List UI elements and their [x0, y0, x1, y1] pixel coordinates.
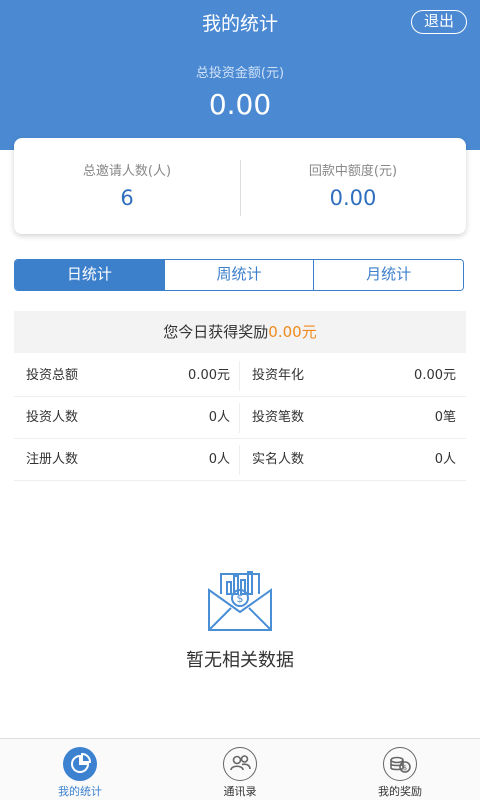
tab-weekly[interactable]: 周统计 [163, 260, 314, 290]
column-divider [239, 361, 240, 391]
stat-label: 注册人数 [26, 452, 79, 467]
contacts-icon [223, 747, 257, 781]
today-reward-label: 您今日获得奖励 [163, 323, 269, 341]
stat-label: 投资年化 [252, 368, 305, 383]
repayment-label: 回款中额度(元) [308, 164, 398, 179]
nav-label: 我的统计 [58, 785, 102, 798]
repayment-value: 0.00 [329, 186, 377, 210]
table-row: 投资人数 0人 投资笔数 0笔 [14, 397, 466, 439]
empty-state-text: 暂无相关数据 [186, 650, 294, 671]
invite-count-label: 总邀请人数(人) [82, 164, 172, 179]
page-title: 我的统计 [201, 13, 278, 35]
stats-table: 投资总额 0.00元 投资年化 0.00元 投资人数 0人 投资笔数 0笔 注册… [14, 355, 466, 481]
stat-label: 投资人数 [26, 410, 79, 425]
period-tabs: 日统计 周统计 月统计 [14, 259, 464, 291]
coins-icon: $ [383, 747, 417, 781]
stat-value: 0笔 [434, 410, 456, 425]
nav-item-contacts[interactable]: 通讯录 [160, 739, 320, 800]
table-row: 注册人数 0人 实名人数 0人 [14, 439, 466, 481]
stat-value: 0人 [208, 410, 230, 425]
total-investment-value: 0.00 [208, 88, 272, 121]
invite-count-value: 6 [120, 186, 134, 210]
total-investment-label: 总投资金额(元) [195, 66, 285, 81]
today-reward-amount: 0.00元 [268, 323, 317, 341]
nav-item-my-stats[interactable]: 我的统计 [0, 739, 160, 800]
bottom-navigation: 我的统计 通讯录 $ 我的奖励 [0, 738, 480, 800]
stat-value: 0人 [434, 452, 456, 467]
tab-daily[interactable]: 日统计 [15, 260, 164, 290]
column-divider [239, 445, 240, 475]
table-row: 投资总额 0.00元 投资年化 0.00元 [14, 355, 466, 397]
svg-text:$: $ [237, 592, 244, 605]
today-reward-bar: 您今日获得奖励0.00元 [14, 311, 466, 353]
envelope-chart-icon: $ [203, 560, 277, 634]
stat-label: 投资总额 [26, 368, 79, 383]
repayment-section: 回款中额度(元) 0.00 [240, 138, 466, 234]
stat-value: 0人 [208, 452, 230, 467]
header: 我的统计 退出 总投资金额(元) 0.00 [0, 0, 480, 150]
logout-button[interactable]: 退出 [411, 10, 467, 34]
stat-value: 0.00元 [188, 368, 230, 383]
nav-label: 通讯录 [223, 785, 257, 798]
stat-label: 投资笔数 [252, 410, 305, 425]
invite-count-section: 总邀请人数(人) 6 [14, 138, 240, 234]
pie-chart-icon [63, 747, 97, 781]
nav-label: 我的奖励 [378, 785, 422, 798]
tab-monthly[interactable]: 月统计 [313, 260, 463, 290]
column-divider [239, 403, 240, 433]
stat-value: 0.00元 [414, 368, 456, 383]
stat-label: 实名人数 [252, 452, 305, 467]
nav-item-my-rewards[interactable]: $ 我的奖励 [320, 739, 480, 800]
svg-text:$: $ [402, 764, 406, 772]
summary-card: 总邀请人数(人) 6 回款中额度(元) 0.00 [14, 138, 466, 234]
